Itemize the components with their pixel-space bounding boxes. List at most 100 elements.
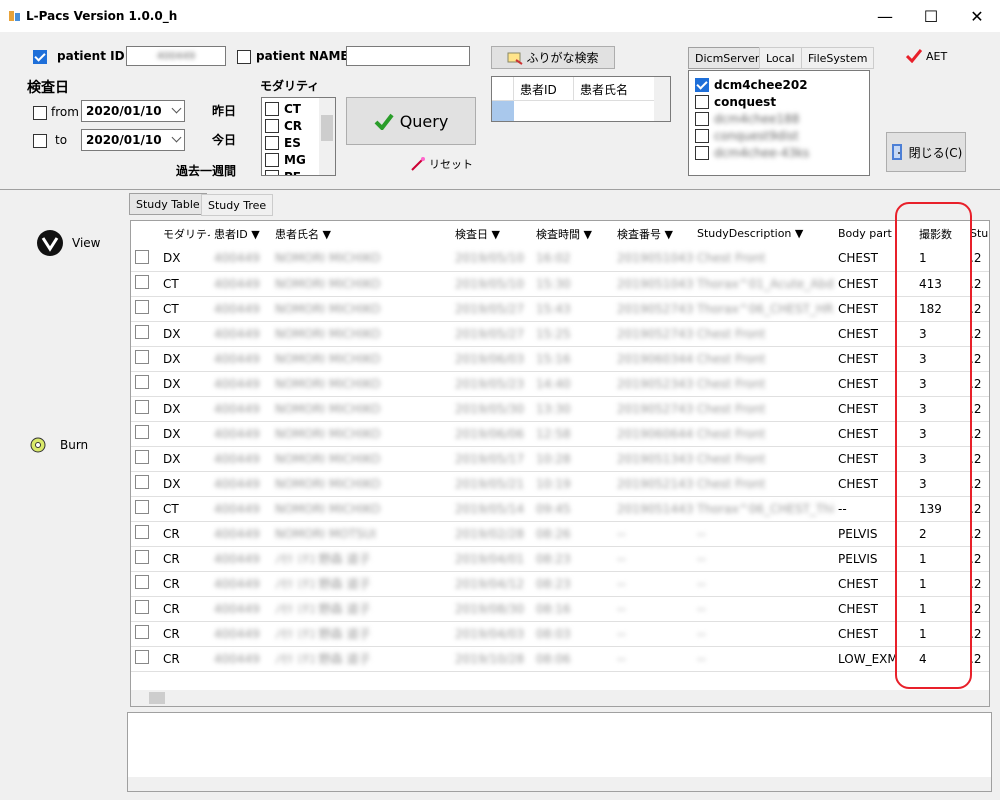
row-checkbox[interactable] [135, 400, 149, 414]
table-row[interactable]: DX 400449 NOMORI MICHIKO 2019/06/06 12:58 201… [131, 421, 989, 447]
table-row[interactable]: CR 400449 ﾉﾓﾘ ﾐﾁｺ 野森 道子 2019/10/28 08:06 -- --… [131, 646, 989, 672]
column-header[interactable]: 検査時間 ▼ [532, 221, 613, 246]
tab-local[interactable]: Local [759, 47, 802, 69]
table-cell: Chest Front [693, 471, 834, 497]
row-checkbox[interactable] [135, 300, 149, 314]
modality-list[interactable]: CT CR ES MG PF [261, 97, 336, 176]
view-button[interactable]: View [36, 229, 100, 257]
furigana-search-button[interactable]: ふりがな検索 [491, 46, 615, 69]
tab-study-tree[interactable]: Study Tree [201, 194, 274, 216]
furigana-scrollbar[interactable] [654, 77, 670, 121]
table-cell: 08:23 [532, 571, 613, 597]
table-cell: DX [159, 321, 210, 347]
log-panel[interactable] [127, 712, 992, 792]
row-checkbox[interactable] [135, 275, 149, 289]
minimize-button[interactable]: — [862, 0, 908, 32]
table-row[interactable]: CT 400449 NOMORI MICHIKO 2019/05/14 09:45 201… [131, 496, 989, 522]
patient-id-input[interactable]: 400449 [157, 51, 195, 62]
reset-button[interactable]: リセット [410, 156, 473, 172]
server-item[interactable]: dcm4chee188 [695, 110, 863, 127]
server-item[interactable]: conquest [695, 93, 863, 110]
tab-dicmserver[interactable]: DicmServer [688, 47, 767, 69]
table-row[interactable]: CR 400449 NOMORI MOTSUI 2019/02/28 08:26 -- --… [131, 521, 989, 547]
burn-button[interactable]: Burn [30, 437, 88, 453]
row-checkbox[interactable] [135, 625, 149, 639]
app-icon [9, 11, 20, 21]
row-checkbox[interactable] [135, 450, 149, 464]
table-cell: DX [159, 396, 210, 422]
row-checkbox[interactable] [135, 375, 149, 389]
row-checkbox[interactable] [135, 600, 149, 614]
table-cell: 16:02 [532, 246, 613, 272]
row-checkbox[interactable] [135, 575, 149, 589]
to-date-picker[interactable]: 2020/01/10 [81, 129, 185, 151]
table-cell: 08:16 [532, 596, 613, 622]
aet-button[interactable]: AET [906, 49, 947, 63]
patient-name-input[interactable] [346, 46, 470, 66]
to-checkbox[interactable] [33, 134, 47, 148]
server-item[interactable]: dcm4chee-43ks [695, 144, 863, 161]
column-header[interactable]: StudyDescription ▼ [693, 221, 834, 246]
table-row[interactable]: DX 400449 NOMORI MICHIKO 2019/05/23 14:40 201… [131, 371, 989, 397]
table-row[interactable]: CT 400449 NOMORI MICHIKO 2019/05/10 15:30 201… [131, 271, 989, 297]
table-cell: -- [613, 621, 693, 647]
table-row[interactable]: DX 400449 NOMORI MICHIKO 2019/05/21 10:19 201… [131, 471, 989, 497]
log-hscrollbar[interactable] [128, 777, 991, 791]
maximize-button[interactable]: ☐ [908, 0, 954, 32]
table-cell: 14:40 [532, 371, 613, 397]
tab-filesystem[interactable]: FileSystem [801, 47, 875, 69]
column-header[interactable]: 患者氏名 ▼ [271, 221, 451, 246]
column-header[interactable]: 検査番号 ▼ [613, 221, 693, 246]
table-row[interactable]: CR 400449 ﾉﾓﾘ ﾐﾁｺ 野森 道子 2019/04/01 08:23 -- --… [131, 546, 989, 572]
table-hscrollbar[interactable] [131, 690, 989, 706]
table-row[interactable]: DX 400449 NOMORI MICHIKO 2019/05/30 13:30 201… [131, 396, 989, 422]
study-table[interactable]: モダリティ患者ID ▼患者氏名 ▼検査日 ▼検査時間 ▼検査番号 ▼StudyD… [130, 220, 990, 707]
row-checkbox[interactable] [135, 525, 149, 539]
row-checkbox[interactable] [135, 425, 149, 439]
table-row[interactable]: DX 400449 NOMORI MICHIKO 2019/05/17 10:28 201… [131, 446, 989, 472]
query-button[interactable]: Query [346, 97, 476, 145]
table-row[interactable]: DX 400449 NOMORI MICHIKO 2019/05/27 15:25 201… [131, 321, 989, 347]
close-window-button[interactable]: ✕ [954, 0, 1000, 32]
modality-label: モダリティ [260, 79, 320, 93]
server-item[interactable]: dcm4chee202 [695, 76, 863, 93]
table-cell: Thorax^01_Acute_Abd [693, 271, 834, 297]
table-cell: NOMORI MICHIKO [271, 321, 451, 347]
table-row[interactable]: CT 400449 NOMORI MICHIKO 2019/05/27 15:43 201… [131, 296, 989, 322]
row-checkbox[interactable] [135, 325, 149, 339]
table-row[interactable]: DX 400449 NOMORI MICHIKO 2019/05/10 16:02 201… [131, 246, 989, 272]
column-header[interactable]: 検査日 ▼ [451, 221, 532, 246]
table-row[interactable]: CR 400449 ﾉﾓﾘ ﾐﾁｺ 野森 道子 2019/08/30 08:16 -- --… [131, 596, 989, 622]
column-header[interactable]: モダリティ [159, 221, 210, 246]
from-date-picker[interactable]: 2020/01/10 [81, 100, 185, 122]
table-cell: DX [159, 446, 210, 472]
modality-scrollbar[interactable] [319, 98, 335, 175]
table-cell: -- [613, 546, 693, 572]
row-checkbox[interactable] [135, 475, 149, 489]
furigana-result-grid[interactable]: 患者ID 患者氏名 [491, 76, 671, 122]
table-cell: 20190523436 [613, 371, 693, 397]
past-week-button[interactable]: 過去一週間 [176, 162, 236, 179]
today-button[interactable]: 今日 [212, 131, 236, 148]
row-checkbox[interactable] [135, 249, 149, 264]
table-row[interactable]: CR 400449 ﾉﾓﾘ ﾐﾁｺ 野森 道子 2019/04/12 08:23 -- --… [131, 571, 989, 597]
table-cell: Chest Front [693, 421, 834, 447]
yesterday-button[interactable]: 昨日 [212, 102, 236, 119]
row-checkbox[interactable] [135, 350, 149, 364]
window-title: L-Pacs Version 1.0.0_h [26, 9, 178, 23]
server-item[interactable]: conquest9dist [695, 127, 863, 144]
server-list[interactable]: dcm4chee202 conquest dcm4chee188 conques… [688, 70, 870, 176]
patient-name-checkbox[interactable] [237, 50, 251, 64]
tab-study-table[interactable]: Study Table [129, 193, 207, 215]
row-checkbox[interactable] [135, 500, 149, 514]
patient-id-checkbox[interactable] [33, 50, 47, 64]
table-row[interactable]: DX 400449 NOMORI MICHIKO 2019/06/03 15:16 201… [131, 346, 989, 372]
row-checkbox[interactable] [135, 550, 149, 564]
from-checkbox[interactable] [33, 106, 47, 120]
close-dialog-button[interactable]: 閉じる(C) [886, 132, 966, 172]
row-checkbox[interactable] [135, 650, 149, 664]
table-cell: 400449 [210, 621, 271, 647]
column-header[interactable]: 患者ID ▼ [210, 221, 271, 246]
table-row[interactable]: CR 400449 ﾉﾓﾘ ﾐﾁｺ 野森 道子 2019/04/03 08:03 -- --… [131, 621, 989, 647]
to-date-value: 2020/01/10 [86, 133, 162, 147]
